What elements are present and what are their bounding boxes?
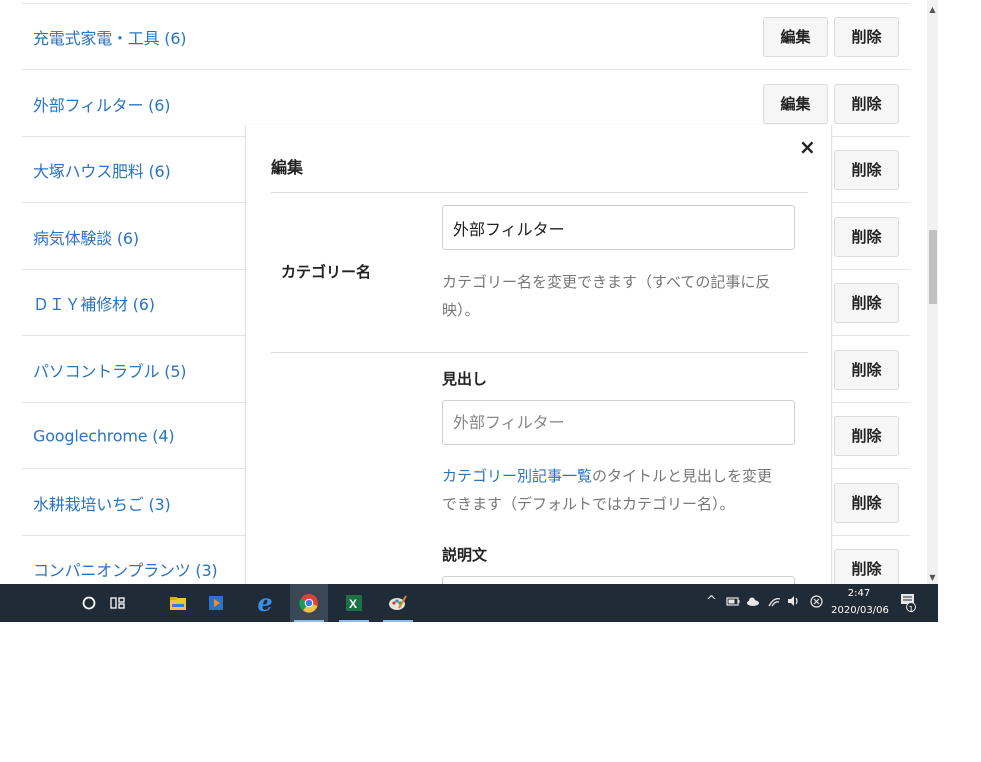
ime-icon[interactable] [810,595,823,613]
heading-label: 見出し [442,370,488,388]
delete-button[interactable]: 削除 [834,349,899,390]
active-indicator [294,620,324,622]
description-label: 説明文 [442,546,488,564]
delete-button[interactable]: 削除 [834,282,899,323]
category-link[interactable]: コンパニオンプランツ (3) [33,557,218,581]
category-link[interactable]: 外部フィルター (6) [33,92,170,116]
delete-button[interactable]: 削除 [834,415,899,456]
category-link[interactable]: Googlechrome (4) [33,426,175,445]
category-link[interactable]: 大塚ハウス肥料 (6) [33,158,171,182]
excel-icon[interactable]: X [335,584,373,622]
heading-help: カテゴリー別記事一覧のタイトルと見出しを変更できます（デフォルトではカテゴリー名… [442,462,787,518]
edge-icon[interactable]: e [246,584,284,622]
battery-icon[interactable] [726,595,740,612]
category-row: 充電式家電・工具 (6) 編集 削除 [22,4,910,70]
clock-date[interactable]: 2020/03/06 [830,605,890,616]
chrome-icon[interactable] [290,584,328,622]
modal-divider [271,192,808,193]
delete-button[interactable]: 削除 [834,482,899,523]
edit-category-modal: 編集 × カテゴリー名 カテゴリー名を変更できます（すべての記事に反映）。 見出… [245,125,832,584]
category-name-input[interactable] [442,205,795,250]
paint-icon[interactable] [379,584,417,622]
category-articles-link[interactable]: カテゴリー別記事一覧 [442,467,592,485]
category-list-page: 充電式家電・工具 (6) 編集 削除 外部フィルター (6) 編集 削除 大塚ハウス肥料 (… [0,0,927,584]
taskbar: e X ^ 2:47 2020/03/06 1 [0,584,938,622]
running-indicator [383,620,413,622]
close-icon[interactable]: × [799,135,816,159]
screen: 充電式家電・工具 (6) 編集 削除 外部フィルター (6) 編集 削除 大塚ハウス肥料 (… [0,0,938,622]
scroll-up-icon[interactable]: ▲ [927,2,938,16]
edit-button[interactable]: 編集 [763,16,828,57]
description-textarea[interactable] [442,576,795,584]
category-link[interactable]: 充電式家電・工具 (6) [33,25,187,49]
category-link[interactable]: ＤＩＹ補修材 (6) [33,291,155,315]
category-name-label: カテゴリー名 [281,263,372,281]
running-indicator [339,620,369,622]
media-player-icon[interactable] [197,584,235,622]
delete-button[interactable]: 削除 [834,149,899,190]
scroll-thumb[interactable] [929,230,937,304]
category-link[interactable]: 病気体験談 (6) [33,225,139,249]
notification-count: 1 [908,605,914,614]
delete-button[interactable]: 削除 [834,548,899,584]
delete-button[interactable]: 削除 [834,83,899,124]
delete-button[interactable]: 削除 [834,216,899,257]
onedrive-icon[interactable] [746,595,760,612]
edit-button[interactable]: 編集 [763,83,828,124]
svg-text:X: X [349,597,357,611]
file-explorer-icon[interactable] [159,584,197,622]
clock-time[interactable]: 2:47 [832,588,886,599]
page-scrollbar[interactable]: ▲ ▼ [927,0,938,584]
heading-input[interactable] [442,400,795,445]
category-name-help: カテゴリー名を変更できます（すべての記事に反映）。 [442,273,771,319]
volume-icon[interactable] [787,595,801,612]
category-link[interactable]: 水耕栽培いちご (3) [33,491,171,515]
wifi-icon[interactable] [767,595,781,612]
show-hidden-icons-icon[interactable]: ^ [706,594,717,610]
modal-divider [271,352,808,353]
modal-title: 編集 [271,158,304,177]
category-link[interactable]: パソコントラブル (5) [33,358,187,382]
task-view-icon[interactable] [99,584,137,622]
notification-center-icon[interactable]: 1 [899,593,917,618]
delete-button[interactable]: 削除 [834,16,899,57]
scroll-down-icon[interactable]: ▼ [927,570,938,584]
